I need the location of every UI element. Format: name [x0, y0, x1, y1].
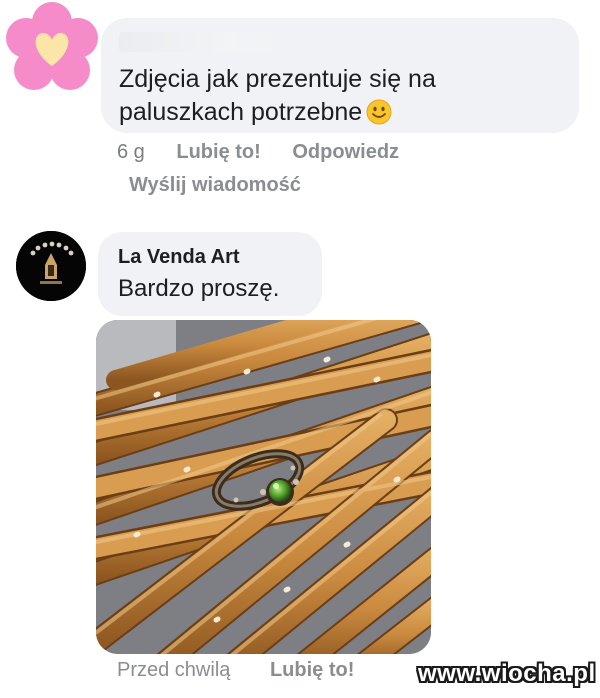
ring-on-pretzel-sticks-image[interactable]	[96, 320, 431, 654]
la-venda-art-logo[interactable]	[16, 231, 86, 301]
watermark: www.wiocha.pl	[418, 660, 596, 687]
reply-bubble: La Venda Art Bardzo proszę.	[98, 232, 322, 316]
reply-author[interactable]: La Venda Art	[118, 246, 240, 269]
like-button[interactable]: Lubię to!	[176, 141, 260, 163]
comment-time: 6 g	[117, 141, 145, 163]
reply-actions: Przed chwilą Lubię to!	[117, 659, 354, 682]
smiling-face-icon	[366, 99, 392, 125]
reply-like-button[interactable]: Lubię to!	[270, 659, 354, 681]
reply-time: Przed chwilą	[117, 659, 231, 681]
flower-heart-icon[interactable]	[2, 0, 102, 100]
reply-button[interactable]: Odpowiedz	[292, 141, 399, 163]
blurred-author-name	[119, 32, 299, 52]
comment-text: Zdjęcia jak prezentuje się na paluszkach…	[119, 65, 436, 126]
reply-text: Bardzo proszę.	[118, 275, 280, 302]
send-message-link[interactable]: Wyślij wiadomość	[129, 174, 301, 197]
comment-actions: 6 g Lubię to! Odpowiedz	[117, 141, 425, 164]
comment-bubble: Zdjęcia jak prezentuje się na paluszkach…	[101, 18, 579, 133]
